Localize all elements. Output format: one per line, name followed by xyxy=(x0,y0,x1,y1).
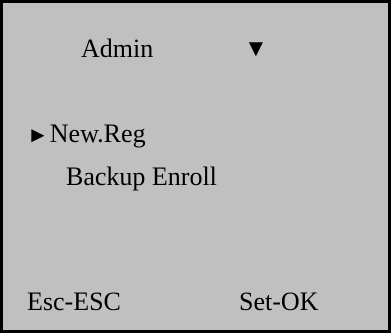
device-lcd-screen: Admin ▼ ►New.Reg Backup Enroll Esc-ESC S… xyxy=(0,0,391,333)
ok-softkey-label[interactable]: Set-OK xyxy=(239,287,318,317)
selection-pointer-icon: ► xyxy=(27,122,49,147)
menu-item-backup-enroll[interactable]: Backup Enroll xyxy=(66,162,217,192)
menu-item-label: New.Reg xyxy=(49,119,146,148)
menu-item-new-reg[interactable]: ►New.Reg xyxy=(27,119,146,150)
dropdown-arrow-icon[interactable]: ▼ xyxy=(244,34,268,64)
menu-title: Admin xyxy=(81,34,154,63)
esc-softkey-label[interactable]: Esc-ESC xyxy=(27,287,121,317)
